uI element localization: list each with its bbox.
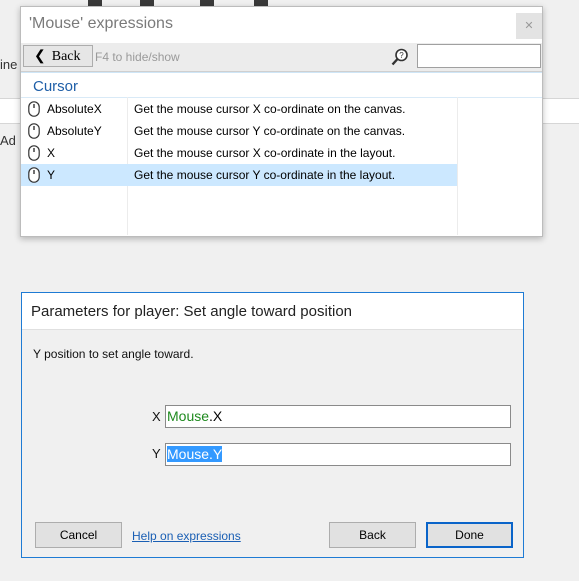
param-label-x: X — [152, 409, 161, 424]
popup-title: 'Mouse' expressions — [29, 15, 173, 32]
help-link[interactable]: Help on expressions — [132, 529, 241, 543]
expression-description: Get the mouse cursor X co-ordinate in th… — [134, 146, 396, 160]
expression-name: Y — [47, 168, 56, 182]
parameters-dialog: Parameters for player: Set angle toward … — [21, 292, 524, 558]
param-x-input[interactable]: Mouse.X — [165, 405, 511, 428]
expression-description: Get the mouse cursor Y co-ordinate on th… — [134, 124, 406, 138]
parameter-description: Y position to set angle toward. — [33, 347, 194, 361]
expression-token: .Y — [209, 446, 223, 462]
back-button[interactable]: ❮ Back — [23, 45, 93, 67]
selected-text: Mouse.Y — [167, 446, 223, 462]
chevron-left-icon: ❮ — [34, 49, 46, 64]
param-y-input[interactable]: Mouse.Y — [165, 443, 511, 466]
expression-name: X — [47, 146, 56, 160]
svg-text:?: ? — [399, 51, 404, 60]
list-item[interactable]: X Get the mouse cursor X co-ordinate in … — [21, 142, 457, 164]
expression-list: AbsoluteX Get the mouse cursor X co-ordi… — [21, 98, 542, 186]
object-token: Mouse — [167, 408, 210, 424]
expressions-popup: 'Mouse' expressions ✕ ❮ Back F4 to hide/s… — [20, 6, 543, 237]
cancel-button[interactable]: Cancel — [35, 522, 122, 548]
background-label: ine — [0, 57, 18, 72]
list-item[interactable]: AbsoluteY Get the mouse cursor Y co-ordi… — [21, 120, 457, 142]
expression-description: Get the mouse cursor X co-ordinate on th… — [134, 102, 406, 116]
object-token: Mouse — [167, 446, 210, 462]
mouse-icon — [28, 145, 40, 161]
search-icon[interactable]: ? — [391, 48, 409, 66]
dialog-title-bar: Parameters for player: Set angle toward … — [22, 293, 523, 330]
popup-toolbar: ❮ Back F4 to hide/show ? — [21, 43, 542, 72]
mouse-icon — [28, 101, 40, 117]
background-label: Ad — [0, 133, 16, 148]
close-icon: ✕ — [524, 20, 534, 32]
expression-name: AbsoluteX — [47, 102, 102, 116]
expression-description: Get the mouse cursor Y co-ordinate in th… — [134, 168, 396, 182]
hide-show-hint: F4 to hide/show — [95, 50, 180, 64]
back-label: Back — [51, 49, 81, 64]
param-label-y: Y — [152, 446, 161, 461]
category-label: Cursor — [33, 78, 79, 95]
list-item[interactable]: AbsoluteX Get the mouse cursor X co-ordi… — [21, 98, 457, 120]
expression-token: .X — [209, 408, 223, 424]
close-button[interactable]: ✕ — [516, 13, 542, 39]
list-item-selected[interactable]: Y Get the mouse cursor Y co-ordinate in … — [21, 164, 457, 186]
expression-name: AbsoluteY — [47, 124, 102, 138]
done-button[interactable]: Done — [426, 522, 513, 548]
mouse-icon — [28, 123, 40, 139]
search-input[interactable] — [417, 44, 541, 68]
dialog-title: Parameters for player: Set angle toward … — [31, 303, 352, 320]
back-button[interactable]: Back — [329, 522, 416, 548]
mouse-icon — [28, 167, 40, 183]
category-header[interactable]: Cursor — [21, 72, 542, 98]
